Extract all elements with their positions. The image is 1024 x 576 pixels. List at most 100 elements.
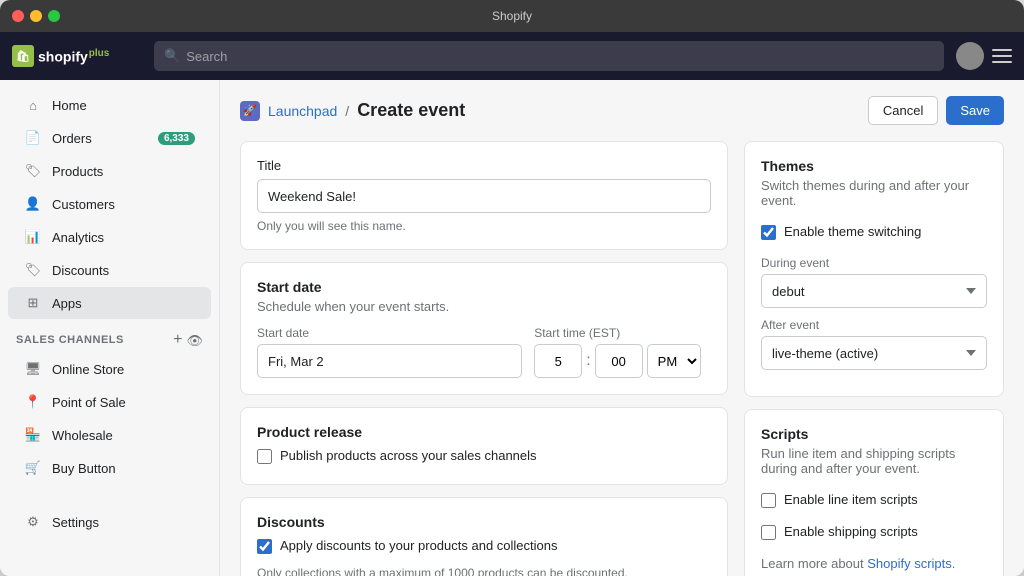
cancel-button[interactable]: Cancel (868, 96, 938, 125)
titlebar: Shopify (0, 0, 1024, 32)
sidebar-item-home[interactable]: ⌂ Home (8, 89, 211, 121)
discounts-icon: 🏷 (24, 261, 42, 279)
after-event-wrapper: After event debut live-theme (active) cu… (761, 318, 987, 370)
scripts-subtitle: Run line item and shipping scripts durin… (761, 446, 987, 476)
start-date-field: Start date (257, 326, 522, 378)
hamburger-menu[interactable] (992, 49, 1012, 63)
sidebar-item-point-of-sale[interactable]: 📍 Point of Sale (8, 386, 211, 418)
sidebar-item-buy-button[interactable]: 🛒 Buy Button (8, 452, 211, 484)
apps-icon: ⊞ (24, 294, 42, 312)
after-event-label: After event (761, 318, 987, 332)
sidebar-item-discounts[interactable]: 🏷 Discounts (8, 254, 211, 286)
shipping-scripts-label[interactable]: Enable shipping scripts (784, 524, 918, 539)
customers-icon: 👤 (24, 195, 42, 213)
date-row: Start date Start time (EST) : (257, 326, 711, 378)
sidebar-item-label: Home (52, 98, 87, 113)
orders-icon: 📄 (24, 129, 42, 147)
title-card: Title Only you will see this name. (240, 141, 728, 250)
apply-discounts-label[interactable]: Apply discounts to your products and col… (280, 538, 558, 553)
save-button[interactable]: Save (946, 96, 1004, 125)
right-column: Themes Switch themes during and after yo… (744, 141, 1004, 576)
main-layout: ⌂ Home 📄 Orders 6,333 🏷 Products 👤 Custo… (0, 80, 1024, 576)
sidebar-item-label: Online Store (52, 362, 124, 377)
start-date-label: Start date (257, 326, 522, 340)
sidebar-item-orders[interactable]: 📄 Orders 6,333 (8, 122, 211, 154)
sidebar-item-settings[interactable]: ⚙ Settings (8, 506, 211, 538)
page-title: Create event (357, 100, 465, 121)
sidebar-item-label: Settings (52, 515, 99, 530)
title-label: Title (257, 158, 711, 173)
themes-title: Themes (761, 158, 987, 174)
settings-icon: ⚙ (24, 513, 42, 531)
discounts-card: Discounts Apply discounts to your produc… (240, 497, 728, 576)
start-date-input[interactable] (257, 344, 522, 378)
nav-right (956, 42, 1012, 70)
enable-theme-label[interactable]: Enable theme switching (784, 224, 921, 239)
shipping-scripts-checkbox[interactable] (761, 525, 776, 540)
title-hint: Only you will see this name. (257, 219, 711, 233)
ampm-select[interactable]: AM PM (647, 344, 701, 378)
product-release-checkbox-row: Publish products across your sales chann… (257, 444, 711, 468)
sidebar-item-label: Point of Sale (52, 395, 126, 410)
scripts-learn-more: Learn more about Shopify scripts. (761, 556, 987, 571)
analytics-icon: 📊 (24, 228, 42, 246)
sidebar-item-label: Orders (52, 131, 92, 146)
line-item-scripts-checkbox[interactable] (761, 493, 776, 508)
apply-discounts-checkbox[interactable] (257, 539, 272, 554)
publish-products-checkbox[interactable] (257, 449, 272, 464)
during-event-label: During event (761, 256, 987, 270)
enable-theme-row: Enable theme switching (761, 220, 987, 244)
minute-input[interactable] (595, 344, 643, 378)
sidebar-item-wholesale[interactable]: 🏪 Wholesale (8, 419, 211, 451)
discounts-checkbox-row: Apply discounts to your products and col… (257, 534, 711, 558)
title-input[interactable] (257, 179, 711, 213)
close-button[interactable] (12, 10, 24, 22)
sidebar-item-label: Wholesale (52, 428, 113, 443)
shopify-logo: 🛍 shopifyplus (12, 45, 142, 67)
time-separator: : (586, 352, 590, 370)
window-title: Shopify (492, 9, 532, 23)
online-store-icon: 🖥 (24, 360, 42, 378)
avatar[interactable] (956, 42, 984, 70)
breadcrumb-parent[interactable]: Launchpad (268, 103, 337, 119)
themes-subtitle: Switch themes during and after your even… (761, 178, 987, 208)
sidebar-item-analytics[interactable]: 📊 Analytics (8, 221, 211, 253)
traffic-lights (12, 10, 60, 22)
search-bar[interactable]: 🔍 (154, 41, 944, 71)
left-column: Title Only you will see this name. Start… (240, 141, 728, 576)
body-grid: Title Only you will see this name. Start… (220, 141, 1024, 576)
sidebar-item-customers[interactable]: 👤 Customers (8, 188, 211, 220)
minimize-button[interactable] (30, 10, 42, 22)
hour-input[interactable] (534, 344, 582, 378)
buy-button-icon: 🛒 (24, 459, 42, 477)
start-date-card: Start date Schedule when your event star… (240, 262, 728, 395)
sidebar-item-apps[interactable]: ⊞ Apps (8, 287, 211, 319)
learn-more-text: Learn more about (761, 556, 867, 571)
enable-theme-checkbox[interactable] (761, 225, 776, 240)
after-event-select[interactable]: debut live-theme (active) custom (761, 336, 987, 370)
point-of-sale-icon: 📍 (24, 393, 42, 411)
content-area: 🚀 Launchpad / Create event Cancel Save T… (220, 80, 1024, 576)
discounts-hint: Only collections with a maximum of 1000 … (257, 566, 711, 576)
publish-products-label[interactable]: Publish products across your sales chann… (280, 448, 537, 463)
wholesale-icon: 🏪 (24, 426, 42, 444)
shopify-scripts-link[interactable]: Shopify scripts (867, 556, 952, 571)
orders-badge: 6,333 (158, 132, 195, 145)
start-date-title: Start date (257, 279, 711, 295)
line-item-scripts-label[interactable]: Enable line item scripts (784, 492, 918, 507)
product-release-title: Product release (257, 424, 711, 440)
sidebar-item-online-store[interactable]: 🖥 Online Store (8, 353, 211, 385)
during-event-select[interactable]: debut live-theme (active) custom (761, 274, 987, 308)
sales-channels-label: SALES CHANNELS (16, 334, 124, 346)
shipping-scripts-row: Enable shipping scripts (761, 520, 987, 544)
search-input[interactable] (186, 49, 934, 64)
discounts-title: Discounts (257, 514, 711, 530)
maximize-button[interactable] (48, 10, 60, 22)
logo-text: shopifyplus (38, 48, 109, 65)
add-channel-button[interactable]: + (173, 332, 182, 348)
start-date-subtitle: Schedule when your event starts. (257, 299, 711, 314)
time-group: : AM PM (534, 344, 711, 378)
eye-icon[interactable]: 👁 (186, 332, 203, 348)
sidebar-item-products[interactable]: 🏷 Products (8, 155, 211, 187)
themes-card: Themes Switch themes during and after yo… (744, 141, 1004, 397)
